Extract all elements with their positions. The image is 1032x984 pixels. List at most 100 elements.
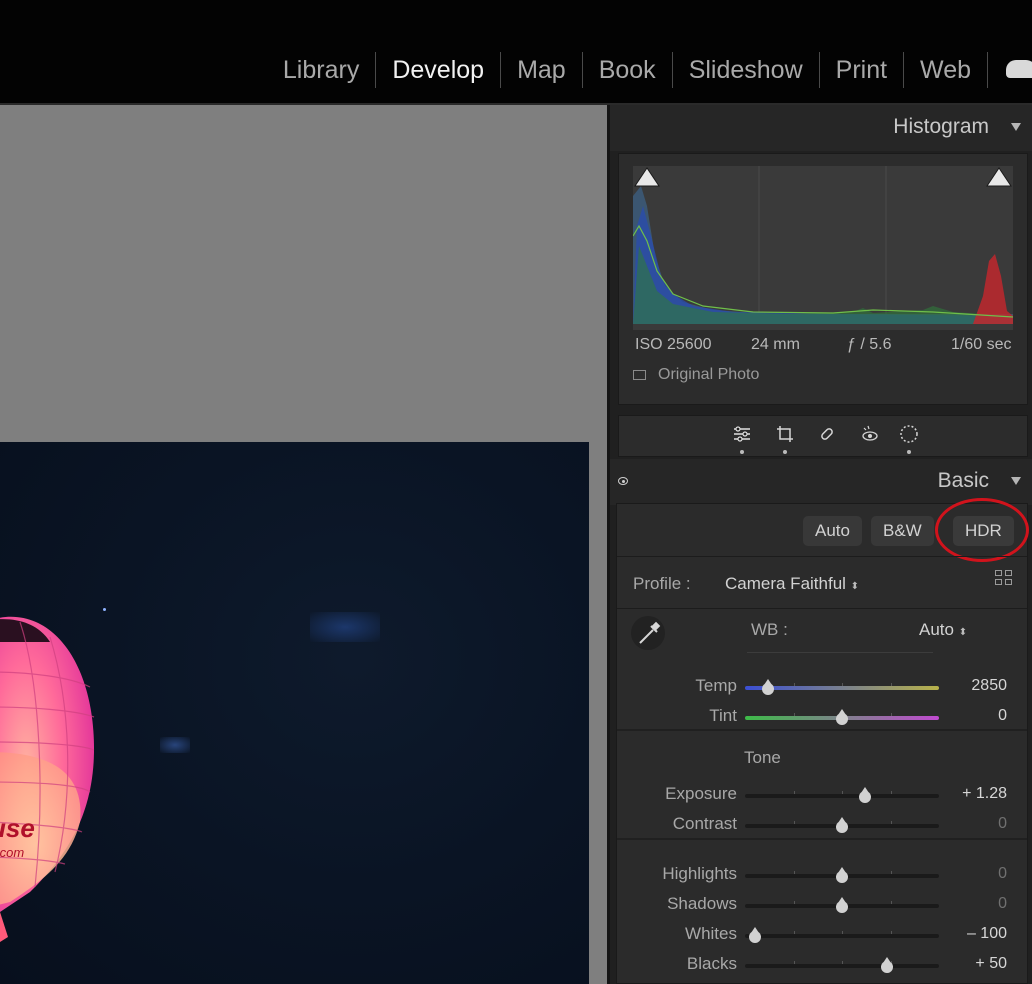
slider-tick [890,901,892,904]
active-dot [783,450,787,454]
module-map[interactable]: Map [501,52,583,88]
eyedropper-icon[interactable] [631,616,665,650]
triangle-collapse-icon[interactable] [1011,123,1021,131]
wb-value: Auto [919,620,954,639]
slider-track-temp[interactable] [745,679,939,695]
stepper-icon: ⬍ [958,627,968,638]
exif-iso: ISO 25600 [635,336,712,353]
basic-header[interactable]: Basic [610,459,1032,505]
original-photo-toggle[interactable]: Original Photo [633,366,759,384]
exif-focal: 24 mm [751,336,800,353]
slider-label-temp: Temp [695,676,737,695]
eye-icon[interactable] [618,477,628,485]
slider-value-contrast[interactable]: 0 [947,815,1007,833]
original-photo-label: Original Photo [658,366,760,383]
slider-value-whites[interactable]: – 100 [947,925,1007,943]
tone-label: Tone [744,748,781,767]
slider-thumb[interactable] [835,709,849,725]
healing-icon[interactable] [816,423,838,445]
sky-haze [160,737,190,753]
wb-label: WB : [751,620,788,639]
hot-air-balloon: use .com [0,616,95,942]
cloud-icon[interactable] [1002,52,1032,88]
module-bar: Library Develop Map Book Slideshow Print… [0,0,1032,103]
slider-value-tint[interactable]: 0 [947,707,1007,725]
module-web[interactable]: Web [904,52,988,88]
slider-track-highlights[interactable] [745,867,939,883]
grid-icon[interactable] [995,570,1013,586]
slider-thumb[interactable] [761,679,775,695]
masking-icon[interactable] [898,423,920,445]
sliders-icon[interactable] [731,423,753,445]
divider [617,608,1027,609]
triangle-collapse-icon[interactable] [1011,477,1021,485]
slider-tick [793,713,795,716]
slider-tick [793,821,795,824]
slider-value-temp[interactable]: 2850 [947,677,1007,695]
sky-haze [310,612,380,642]
wb-select[interactable]: Auto ⬍ [919,620,967,640]
slider-track-exposure[interactable] [745,787,939,803]
slider-label-blacks: Blacks [686,954,737,973]
slider-track-tint[interactable] [745,709,939,725]
slider-tick [842,683,843,686]
stepper-icon: ⬍ [850,581,860,592]
module-print[interactable]: Print [820,52,905,88]
slider-track-shadows[interactable] [745,897,939,913]
histogram-graph[interactable] [633,166,1013,330]
slider-label-contrast: Contrast [672,814,737,833]
slider-track-blacks[interactable] [745,957,939,973]
module-develop[interactable]: Develop [376,52,502,88]
slider-thumb[interactable] [858,787,872,803]
slider-thumb[interactable] [835,867,849,883]
photo-preview[interactable]: use .com [0,442,589,984]
slider-value-highlights[interactable]: 0 [947,865,1007,883]
auto-button[interactable]: Auto [803,516,862,546]
exif-aperture: ƒ / 5.6 [847,336,892,353]
slider-thumb[interactable] [880,957,894,973]
slider-tick [793,961,795,964]
slider-thumb[interactable] [835,817,849,833]
module-slideshow[interactable]: Slideshow [673,52,820,88]
module-picker: Library Develop Map Book Slideshow Print… [267,52,1032,88]
slider-label-highlights: Highlights [662,864,737,883]
slider-track-whites[interactable] [745,927,939,943]
slider-tick [793,683,795,686]
slider-value-blacks[interactable]: + 50 [947,955,1007,973]
redeye-icon[interactable] [859,423,881,445]
slider-tick [842,961,843,964]
histogram-panel[interactable]: ISO 25600 24 mm ƒ / 5.6 1/60 sec Origina… [618,153,1028,405]
profile-select[interactable]: Camera Faithful ⬍ [725,574,859,594]
slider-tick [842,791,843,794]
slider-value-exposure[interactable]: + 1.28 [947,785,1007,803]
basic-title: Basic [937,469,989,492]
bw-button[interactable]: B&W [871,516,934,546]
slider-tick [890,683,892,686]
histogram-title: Histogram [893,115,989,138]
divider [617,556,1027,557]
image-canvas[interactable]: use .com [0,105,607,984]
slider-tick [890,931,892,934]
slider-tick [793,871,795,874]
module-library[interactable]: Library [267,52,377,88]
slider-thumb[interactable] [748,927,762,943]
profile-value: Camera Faithful [725,574,846,593]
crop-icon[interactable] [774,423,796,445]
active-dot [740,450,744,454]
checkbox-icon[interactable] [633,370,646,380]
histogram-header[interactable]: Histogram [610,105,1032,151]
divider [617,729,1027,731]
slider-thumb[interactable] [835,897,849,913]
slider-label-tint: Tint [709,706,737,725]
active-dot [907,450,911,454]
slider-tick [842,931,843,934]
slider-label-whites: Whites [685,924,737,943]
tool-strip [618,415,1028,457]
slider-track-contrast[interactable] [745,817,939,833]
slider-tick [793,901,795,904]
divider [617,838,1027,840]
module-book[interactable]: Book [583,52,673,88]
exif-shutter: 1/60 sec [951,336,1012,353]
slider-tick [890,871,892,874]
slider-value-shadows[interactable]: 0 [947,895,1007,913]
